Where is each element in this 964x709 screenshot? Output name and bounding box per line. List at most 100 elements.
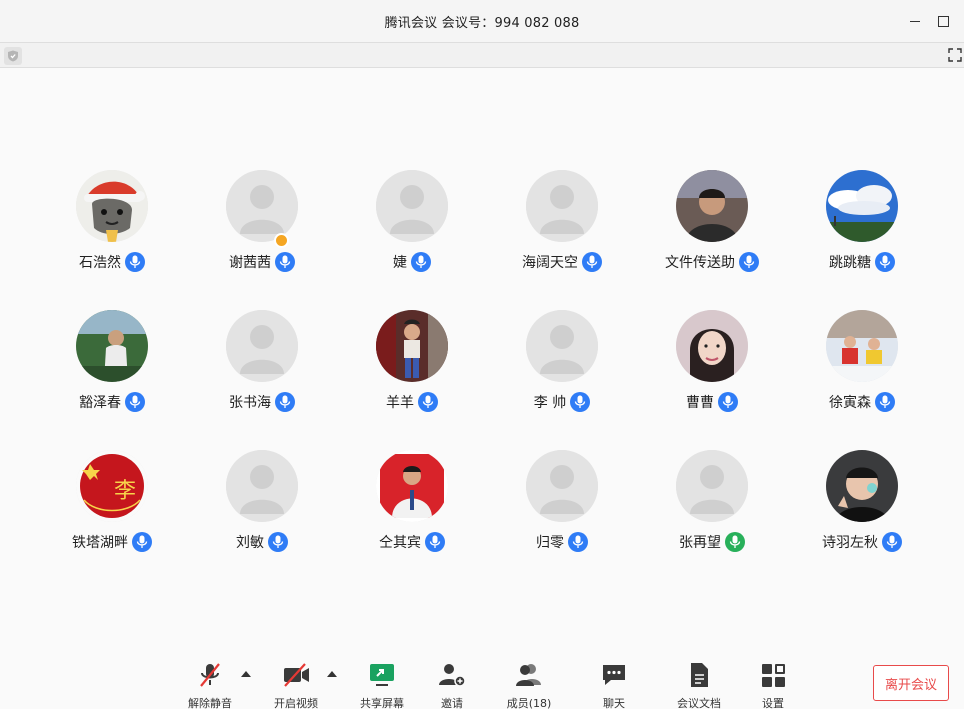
shield-icon[interactable] — [4, 47, 22, 65]
participant-tile[interactable]: 张再望 — [637, 450, 787, 590]
fullscreen-icon[interactable] — [948, 48, 962, 62]
participant-name-row: 铁塔湖畔 — [72, 531, 152, 553]
participant-name: 诗羽左秋 — [822, 535, 878, 551]
video-off-icon — [284, 663, 309, 687]
participant-name-row: 谢茜茜 — [229, 251, 295, 273]
red-bg-man-avatar — [376, 450, 448, 522]
participant-name: 李 帅 — [533, 395, 567, 411]
participant-name-row: 张书海 — [229, 391, 295, 413]
mic-icon — [718, 392, 738, 412]
members-button[interactable]: 成员(18) — [494, 661, 564, 709]
members-icon — [516, 664, 541, 686]
participant-name-row: 诗羽左秋 — [822, 531, 902, 553]
participant-name: 文件传送助 — [665, 255, 735, 271]
meeting-docs-label: 会议文档 — [677, 697, 721, 709]
video-options-caret[interactable] — [327, 671, 337, 677]
mic-icon — [875, 392, 895, 412]
participant-tile[interactable]: 曹曹 — [637, 310, 787, 450]
default-avatar — [226, 170, 298, 242]
participant-name: 海阔天空 — [522, 255, 578, 271]
participant-tile[interactable]: 羊羊 — [337, 310, 487, 450]
maximize-icon[interactable] — [934, 12, 952, 30]
default-avatar — [526, 450, 598, 522]
participant-tile[interactable]: 刘敏 — [187, 450, 337, 590]
svg-text:李: 李 — [114, 479, 136, 504]
mic-icon — [570, 392, 591, 412]
participant-tile[interactable]: 豁泽春 — [37, 310, 187, 450]
default-avatar — [226, 450, 298, 522]
participant-name-row: 婕 — [393, 251, 431, 273]
participant-name-row: 石浩然 — [79, 251, 145, 273]
mic-icon — [568, 532, 588, 552]
participant-name: 张书海 — [229, 395, 271, 411]
participant-tile[interactable]: 李 帅 — [487, 310, 637, 450]
add-user-icon — [439, 664, 466, 687]
participant-name: 羊羊 — [386, 395, 414, 411]
mic-icon — [875, 252, 895, 272]
participant-name-row: 归零 — [536, 531, 588, 553]
document-icon — [691, 663, 708, 687]
participant-tile[interactable]: 婕 — [337, 170, 487, 310]
unmute-button[interactable]: 解除静音 — [175, 661, 245, 709]
participant-name: 跳跳糖 — [829, 255, 871, 271]
invite-label: 邀请 — [441, 697, 463, 709]
mic-icon — [132, 532, 152, 552]
participant-name-row: 豁泽春 — [79, 391, 145, 413]
snow-photo-avatar — [826, 310, 898, 382]
participant-tile[interactable]: 归零 — [487, 450, 637, 590]
participant-tile[interactable]: 跳跳糖 — [787, 170, 937, 310]
settings-grid-icon — [762, 664, 785, 687]
meeting-toolbar: 解除静音 开启视频 共享屏幕 邀请 成员(18) 聊天 会议文档 设置 — [0, 655, 964, 709]
participant-tile[interactable]: 徐寅森 — [787, 310, 937, 450]
participant-name: 张再望 — [679, 535, 721, 551]
participant-tile[interactable]: 石浩然 — [37, 170, 187, 310]
participant-tile[interactable]: 文件传送助 — [637, 170, 787, 310]
participant-tile[interactable]: 诗羽左秋 — [787, 450, 937, 590]
participant-name-row: 跳跳糖 — [829, 251, 895, 273]
outdoor-man-avatar — [76, 310, 148, 382]
participant-name-row: 文件传送助 — [665, 251, 759, 273]
unmute-label: 解除静音 — [188, 697, 232, 709]
participant-tile[interactable]: 李铁塔湖畔 — [37, 450, 187, 590]
muted-mic-icon — [200, 663, 220, 687]
woman-photo-avatar — [676, 310, 748, 382]
mic-icon — [425, 532, 445, 552]
participant-name-row: 羊羊 — [386, 391, 438, 413]
meeting-docs-button[interactable]: 会议文档 — [664, 661, 734, 709]
chat-button[interactable]: 聊天 — [579, 661, 649, 709]
start-video-button[interactable]: 开启视频 — [261, 661, 331, 709]
participant-name-row: 仝其宾 — [379, 531, 445, 553]
invite-button[interactable]: 邀请 — [417, 661, 487, 709]
chat-label: 聊天 — [603, 697, 625, 709]
mic-icon — [125, 392, 145, 412]
participant-tile[interactable]: 张书海 — [187, 310, 337, 450]
participant-name-row: 李 帅 — [533, 391, 591, 413]
leave-meeting-button[interactable]: 离开会议 — [873, 665, 949, 701]
mic-icon — [882, 532, 902, 552]
mic-icon — [275, 252, 295, 272]
participant-name: 婕 — [393, 255, 407, 271]
mic-icon — [275, 392, 295, 412]
participant-tile[interactable]: 谢茜茜 — [187, 170, 337, 310]
participant-name: 徐寅森 — [829, 395, 871, 411]
participant-name-row: 海阔天空 — [522, 251, 602, 273]
default-avatar — [526, 310, 598, 382]
share-screen-label: 共享屏幕 — [360, 697, 404, 709]
participant-tile[interactable]: 海阔天空 — [487, 170, 637, 310]
selfie-man-avatar — [826, 450, 898, 522]
share-screen-button[interactable]: 共享屏幕 — [347, 661, 417, 709]
participant-tile[interactable]: 仝其宾 — [337, 450, 487, 590]
participant-name: 归零 — [536, 535, 564, 551]
mic-icon — [418, 392, 438, 412]
participant-name: 石浩然 — [79, 255, 121, 271]
sky-photo-avatar — [826, 170, 898, 242]
minimize-icon[interactable] — [906, 12, 924, 30]
start-video-label: 开启视频 — [274, 697, 318, 709]
participant-name-row: 徐寅森 — [829, 391, 895, 413]
settings-button[interactable]: 设置 — [738, 661, 808, 709]
audio-options-caret[interactable] — [241, 671, 251, 677]
participant-name-row: 张再望 — [679, 531, 745, 553]
chat-icon — [603, 665, 625, 685]
security-bar — [0, 42, 964, 68]
default-avatar — [226, 310, 298, 382]
